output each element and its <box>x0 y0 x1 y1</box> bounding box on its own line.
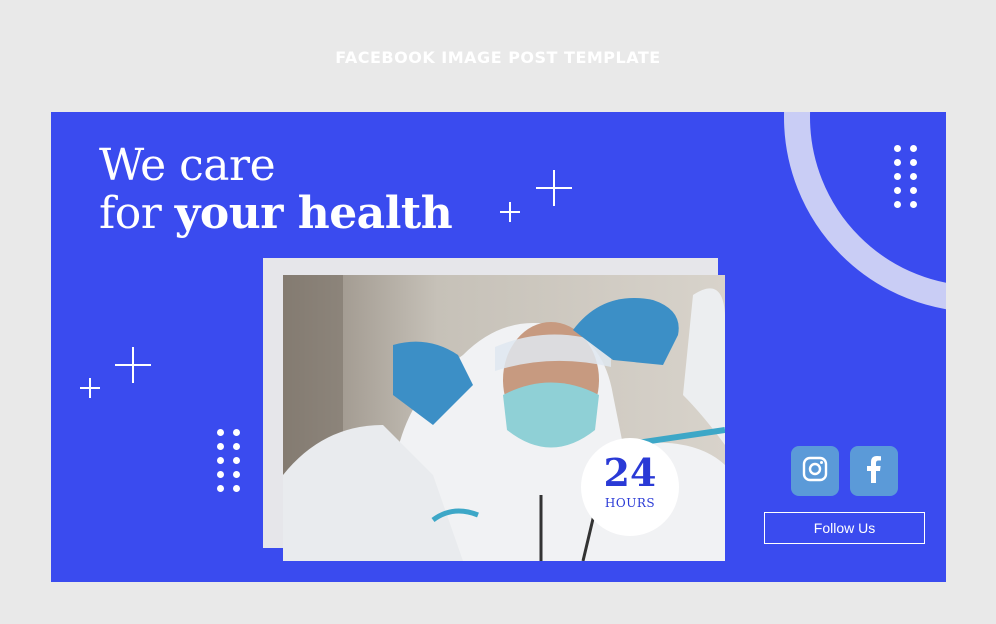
decorative-ring <box>784 112 946 312</box>
follow-us-button[interactable]: Follow Us <box>764 512 925 544</box>
post-banner: We care for your health 24 HOURS Follow … <box>51 112 946 582</box>
dot-grid <box>217 429 240 492</box>
dot-grid <box>894 145 917 208</box>
badge-number: 24 <box>603 450 657 495</box>
facebook-icon <box>866 455 882 488</box>
plus-icon <box>500 202 520 222</box>
instagram-button[interactable] <box>791 446 839 496</box>
instagram-icon <box>802 456 828 487</box>
headline: We care for your health <box>99 140 453 239</box>
headline-emphasis: your health <box>174 187 453 239</box>
plus-icon <box>536 170 572 206</box>
headline-line-1: We care <box>99 140 276 191</box>
headline-line-2: for your health <box>99 187 453 239</box>
facebook-button[interactable] <box>850 446 898 496</box>
page-heading: FACEBOOK IMAGE POST TEMPLATE <box>335 48 661 67</box>
plus-icon <box>80 378 100 398</box>
plus-icon <box>115 347 151 383</box>
badge-label: HOURS <box>604 496 656 510</box>
hours-badge: 24 HOURS <box>581 438 679 536</box>
headline-line-2-prefix: for <box>99 187 175 239</box>
